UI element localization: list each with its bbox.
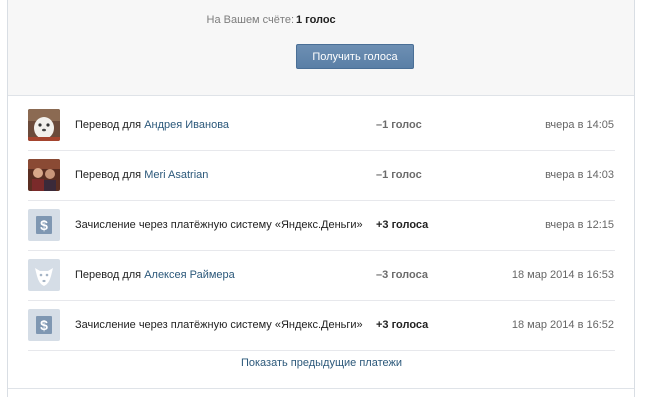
payment-row: $ Зачисление через платёжную систему «Ян… xyxy=(28,301,615,351)
show-previous-payments-link[interactable]: Показать предыдущие платежи xyxy=(28,357,615,369)
payment-amount: +3 голоса xyxy=(376,319,429,331)
dollar-icon: $ xyxy=(28,309,60,341)
svg-text:$: $ xyxy=(40,217,48,233)
get-votes-button[interactable]: Получить голоса xyxy=(296,44,414,69)
payment-amount: –1 голос xyxy=(376,119,422,131)
recipient-link[interactable]: Meri Asatrian xyxy=(144,169,208,181)
payment-description: Перевод для Алексея Раймера xyxy=(75,269,235,281)
payment-amount: +3 голоса xyxy=(376,219,429,231)
payment-prefix: Перевод для xyxy=(75,269,145,281)
payment-amount: –3 голоса xyxy=(376,269,428,281)
payment-description: Перевод для Андрея Иванова xyxy=(75,119,229,131)
payment-row: Перевод для Meri Asatrian –1 голос вчера… xyxy=(28,151,615,201)
payment-description: Зачисление через платёжную систему «Янде… xyxy=(75,219,363,231)
payment-row: $ Зачисление через платёжную систему «Ян… xyxy=(28,201,615,251)
user-avatar[interactable] xyxy=(28,109,60,141)
payment-date: вчера в 12:15 xyxy=(545,219,614,231)
payment-date: вчера в 14:05 xyxy=(545,119,614,131)
payment-description: Перевод для Meri Asatrian xyxy=(75,169,208,181)
balance-panel: На Вашем счёте: 1 голос Получить голоса xyxy=(8,0,634,96)
votes-page: На Вашем счёте: 1 голос Получить голоса … xyxy=(0,0,647,397)
balance-value: 1 голос xyxy=(296,14,336,26)
balance-label: На Вашем счёте: xyxy=(206,14,294,26)
payment-prefix: Зачисление через платёжную систему «Янде… xyxy=(75,319,363,331)
recipient-link[interactable]: Алексея Раймера xyxy=(144,269,235,281)
payment-prefix: Перевод для xyxy=(75,119,145,131)
default-avatar-icon[interactable] xyxy=(28,259,60,291)
payment-date: 18 мар 2014 в 16:53 xyxy=(511,269,614,281)
dollar-icon: $ xyxy=(28,209,60,241)
payment-date: вчера в 14:03 xyxy=(545,169,614,181)
payment-row: Перевод для Андрея Иванова –1 голос вчер… xyxy=(28,101,615,151)
recipient-link[interactable]: Андрея Иванова xyxy=(144,119,229,131)
divider xyxy=(8,388,634,389)
payment-amount: –1 голос xyxy=(376,169,422,181)
payment-date: 18 мар 2014 в 16:52 xyxy=(511,319,614,331)
payment-prefix: Зачисление через платёжную систему «Янде… xyxy=(75,219,363,231)
payment-prefix: Перевод для xyxy=(75,169,145,181)
user-avatar[interactable] xyxy=(28,159,60,191)
svg-text:$: $ xyxy=(40,317,48,333)
payment-list: Перевод для Андрея Иванова –1 голос вчер… xyxy=(28,101,615,351)
payment-row: Перевод для Алексея Раймера –3 голоса 18… xyxy=(28,251,615,301)
payment-description: Зачисление через платёжную систему «Янде… xyxy=(75,319,363,331)
